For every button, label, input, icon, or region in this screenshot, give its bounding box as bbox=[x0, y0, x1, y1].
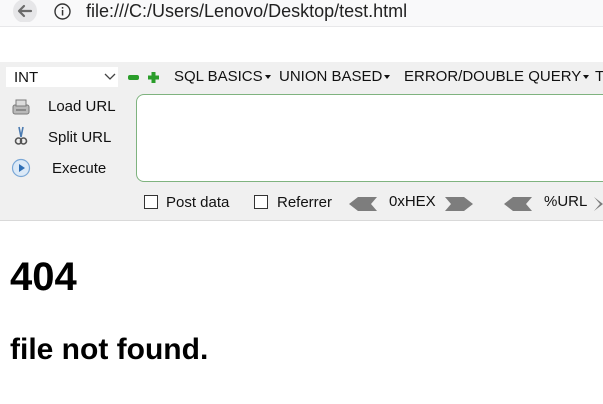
scissors-icon[interactable] bbox=[11, 126, 31, 146]
address-bar-url[interactable]: file:///C:/Users/Lenovo/Desktop/test.htm… bbox=[86, 1, 407, 22]
minus-icon[interactable] bbox=[127, 71, 140, 84]
load-url-button[interactable]: Load URL bbox=[48, 98, 116, 115]
post-data-label: Post data bbox=[166, 194, 230, 211]
play-icon[interactable] bbox=[11, 158, 31, 178]
chevron-down-icon bbox=[104, 73, 116, 80]
menu-label: UNION BASED bbox=[279, 68, 383, 85]
menu-label: ERROR/DOUBLE QUERY bbox=[404, 68, 582, 85]
url-textarea[interactable] bbox=[136, 94, 603, 182]
referrer-checkbox[interactable] bbox=[254, 195, 268, 209]
hex-label: 0xHEX bbox=[389, 193, 436, 210]
dropdown-caret-icon bbox=[264, 75, 271, 80]
load-url-icon[interactable] bbox=[11, 97, 31, 117]
dropdown-caret-icon bbox=[384, 75, 391, 80]
error-message: file not found. bbox=[10, 333, 209, 366]
plus-icon[interactable] bbox=[147, 71, 160, 84]
error-code-heading: 404 bbox=[10, 255, 77, 299]
back-arrow-icon[interactable] bbox=[10, 0, 40, 22]
encode-right-arrow-icon[interactable] bbox=[594, 196, 603, 212]
split-url-button[interactable]: Split URL bbox=[48, 129, 111, 146]
encode-right-arrow-icon[interactable] bbox=[444, 196, 474, 212]
menu-truncated[interactable]: T bbox=[595, 68, 603, 85]
dropdown-caret-icon bbox=[583, 75, 590, 80]
info-circle-icon[interactable] bbox=[54, 3, 71, 20]
menu-label: T bbox=[595, 68, 603, 85]
hackbar-bottom-border bbox=[0, 220, 603, 221]
browser-toolbar: file:///C:/Users/Lenovo/Desktop/test.htm… bbox=[0, 0, 603, 26]
type-select[interactable]: INT bbox=[6, 67, 118, 87]
menu-error-double-query[interactable]: ERROR/DOUBLE QUERY bbox=[404, 68, 590, 85]
referrer-label: Referrer bbox=[277, 194, 333, 211]
menu-label: SQL BASICS bbox=[174, 68, 263, 85]
post-data-checkbox[interactable] bbox=[144, 195, 158, 209]
toolbar-divider bbox=[0, 26, 603, 27]
menu-sql-basics[interactable]: SQL BASICS bbox=[174, 68, 271, 85]
execute-button[interactable]: Execute bbox=[52, 160, 106, 177]
decode-left-arrow-icon[interactable] bbox=[503, 196, 533, 212]
url-encode-label: %URL bbox=[544, 193, 588, 210]
type-select-value: INT bbox=[14, 69, 39, 86]
decode-left-arrow-icon[interactable] bbox=[348, 196, 378, 212]
menu-union-based[interactable]: UNION BASED bbox=[279, 68, 391, 85]
